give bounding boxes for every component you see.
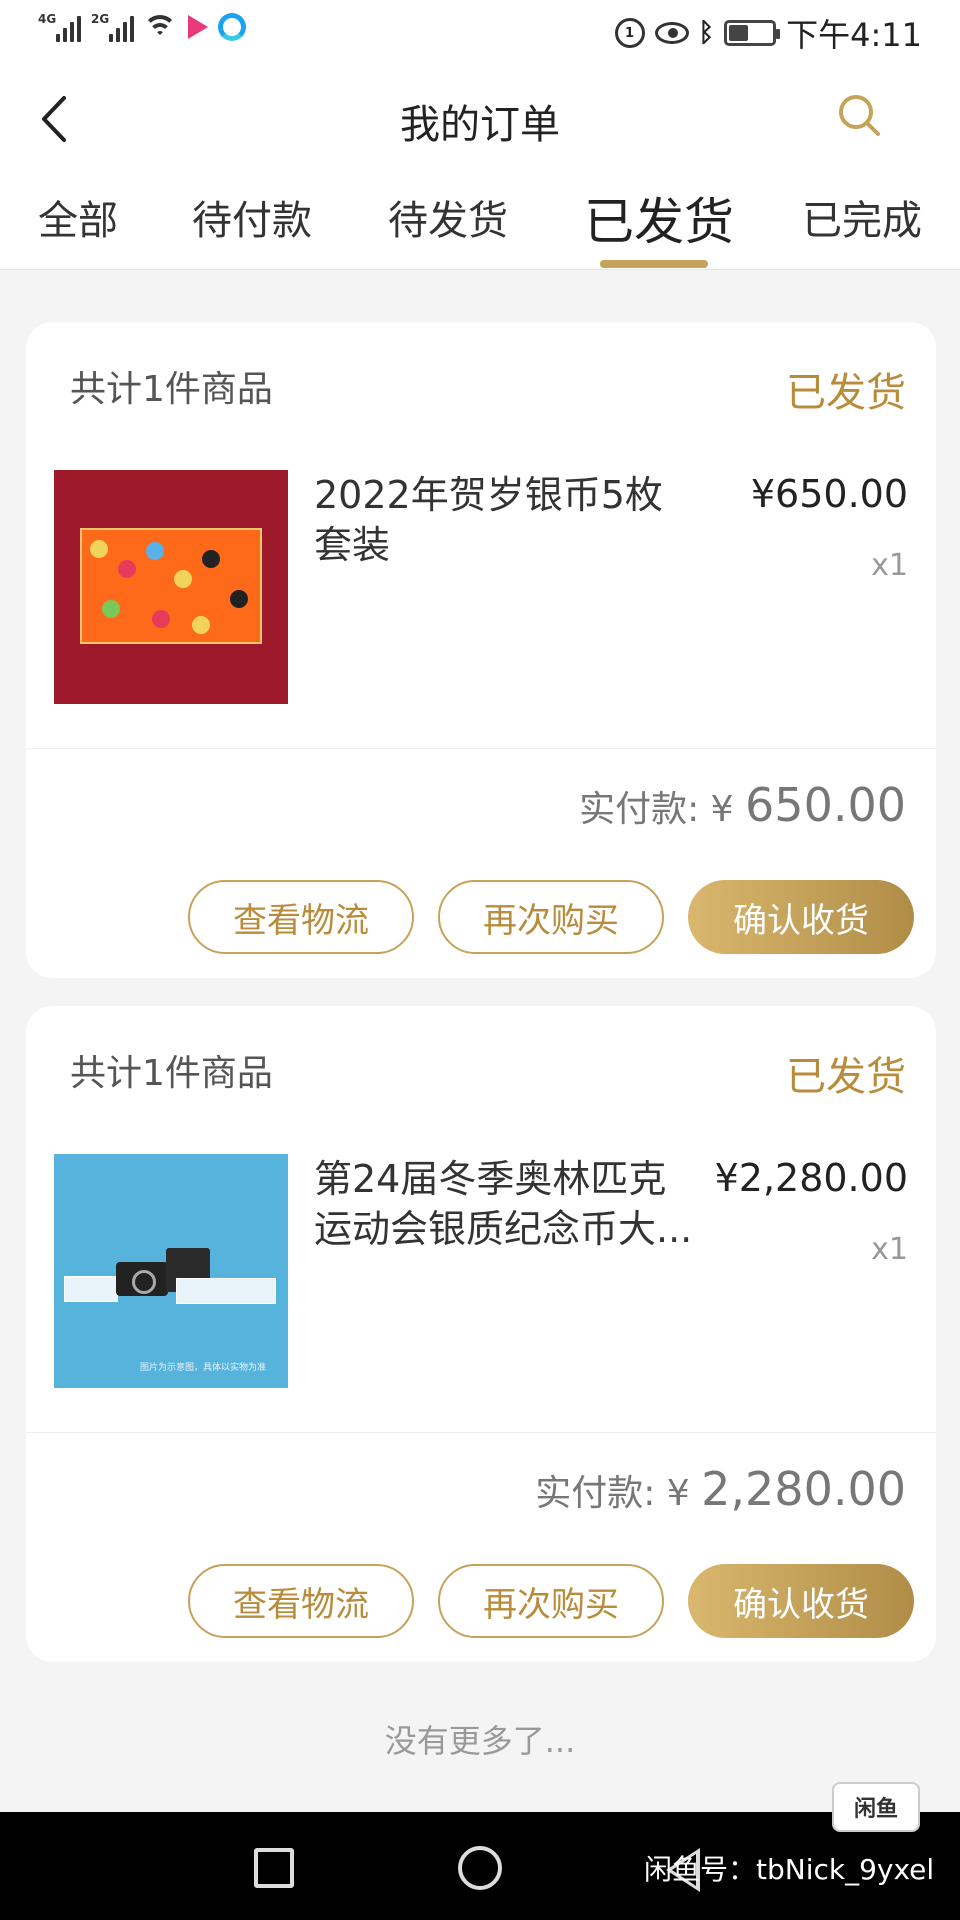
order-status: 已发货 [786, 1054, 906, 1100]
order-status: 已发货 [786, 370, 906, 416]
divider [26, 1432, 936, 1433]
wifi-icon [144, 13, 176, 41]
coin-set-graphic [64, 1276, 118, 1302]
product-quantity: x1 [871, 548, 908, 583]
view-logistics-button[interactable]: 查看物流 [188, 880, 414, 954]
tab-pending-payment[interactable]: 待付款 [192, 188, 312, 246]
page-title: 我的订单 [400, 102, 560, 148]
active-tab-indicator [600, 260, 708, 268]
tab-pending-shipment[interactable]: 待发货 [388, 188, 508, 246]
buy-again-button[interactable]: 再次购买 [438, 880, 664, 954]
product-name[interactable]: 第24届冬季奥林匹克运动会银质纪念币大... [314, 1154, 694, 1254]
tab-completed[interactable]: 已完成 [802, 188, 922, 246]
video-app-icon [186, 15, 208, 39]
confirm-receipt-button[interactable]: 确认收货 [688, 1564, 914, 1638]
browser-app-icon [218, 13, 246, 41]
product-name[interactable]: 2022年贺岁银币5枚套装 [314, 470, 694, 570]
cell-signal-icon: 4G [38, 12, 81, 42]
watermark-logo: 闲鱼 [832, 1782, 920, 1832]
product-price: ¥2,280.00 [714, 1156, 908, 1200]
camera-graphic [116, 1262, 168, 1296]
product-image[interactable] [54, 470, 288, 704]
home-icon[interactable] [458, 1846, 502, 1890]
image-caption: 图片为示意图，具体以实物为准 [140, 1363, 267, 1373]
confirm-receipt-button[interactable]: 确认收货 [688, 880, 914, 954]
recent-apps-icon[interactable] [254, 1848, 294, 1888]
paid-amount: 650.00 [745, 778, 906, 832]
paid-total: 实付款: ¥ 650.00 [579, 778, 906, 832]
paid-label: 实付款: ¥ [579, 789, 746, 830]
tab-all[interactable]: 全部 [38, 188, 118, 246]
eye-comfort-icon [654, 22, 689, 44]
network-type-label: 4G [38, 12, 57, 26]
product-price: ¥650.00 [750, 472, 908, 516]
no-more-text: 没有更多了... [384, 1722, 576, 1760]
battery-icon [724, 20, 781, 46]
paid-amount: 2,280.00 [701, 1462, 906, 1516]
order-card: 共计1件商品 已发货 图片为示意图，具体以实物为准 第24届冬季奥林匹克运动会银… [26, 1006, 936, 1662]
watermark-text: 闲鱼号：tbNick_9yxel [644, 1853, 935, 1886]
product-image[interactable]: 图片为示意图，具体以实物为准 [54, 1154, 288, 1388]
order-status-tabs: 全部 待付款 待发货 已发货 已完成 [0, 174, 960, 270]
clock: 下午4:11 [786, 16, 922, 54]
divider [26, 748, 936, 749]
network-type-label: 2G [91, 12, 110, 26]
tab-shipped[interactable]: 已发货 [584, 182, 734, 254]
view-logistics-button[interactable]: 查看物流 [188, 1564, 414, 1638]
item-count: 共计1件商品 [70, 369, 273, 410]
paid-label: 实付款: ¥ [535, 1473, 702, 1514]
header: 我的订单 [0, 64, 960, 174]
coin-set-graphic [176, 1278, 276, 1304]
item-count: 共计1件商品 [70, 1053, 273, 1094]
cell-signal-icon: 2G [91, 12, 134, 42]
order-card: 共计1件商品 已发货 2022年贺岁银币5枚套装 ¥650.00 x1 实付款:… [26, 322, 936, 978]
buy-again-button[interactable]: 再次购买 [438, 1564, 664, 1638]
data-saver-icon: 1 [614, 18, 645, 48]
data-saver-label: 1 [624, 25, 635, 41]
paid-total: 实付款: ¥ 2,280.00 [535, 1462, 906, 1516]
status-bar: 4G 2G 1 ᛒ 下午4:11 [0, 0, 960, 64]
bluetooth-icon: ᛒ [698, 18, 715, 48]
search-icon[interactable] [836, 92, 884, 140]
product-quantity: x1 [871, 1232, 908, 1267]
